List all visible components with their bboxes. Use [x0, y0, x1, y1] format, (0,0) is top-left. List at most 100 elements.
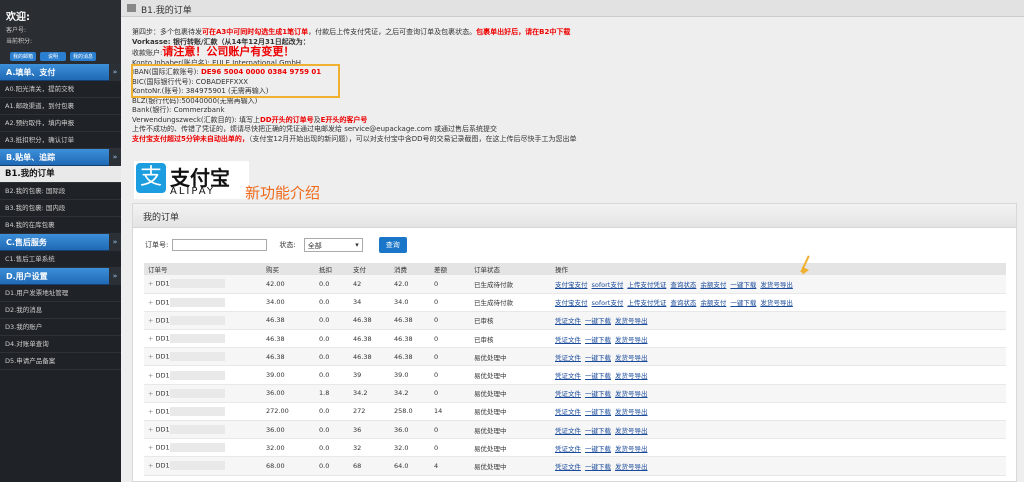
expand-icon[interactable]: +: [148, 462, 156, 470]
action-link[interactable]: 凭证文件: [555, 408, 581, 416]
action-link[interactable]: 凭证文件: [555, 390, 581, 398]
action-link[interactable]: 发货号导出: [615, 463, 648, 471]
page-title: B1.我的订单: [141, 6, 192, 16]
action-link[interactable]: 一键下载: [730, 281, 756, 289]
expand-icon[interactable]: +: [148, 298, 156, 306]
panel-title: 我的订单: [133, 204, 1016, 228]
action-link[interactable]: 一键下载: [585, 354, 611, 362]
cell-deduct: 0.0: [315, 438, 349, 458]
sidebar-section[interactable]: A.填单、支付 »: [0, 64, 121, 81]
redacted-mask: [169, 334, 225, 344]
redacted-mask: [169, 443, 225, 453]
sidebar-item[interactable]: B1.我的订单: [0, 166, 121, 183]
my-messages-button[interactable]: 我的消息: [70, 52, 96, 61]
action-link[interactable]: 凭证文件: [555, 354, 581, 362]
action-link[interactable]: 一键下载: [585, 427, 611, 435]
order-number-input[interactable]: [172, 239, 268, 251]
expand-icon[interactable]: +: [148, 389, 156, 397]
action-link[interactable]: 凭证文件: [555, 372, 581, 380]
action-link[interactable]: 上传支付凭证: [627, 299, 666, 307]
expand-icon[interactable]: +: [148, 335, 156, 343]
alipay-logo[interactable]: 支 支付宝 ALIPAY: [134, 161, 249, 199]
instructions-button[interactable]: 说明: [40, 52, 66, 61]
action-link[interactable]: 发货号导出: [615, 372, 648, 380]
action-link[interactable]: 余额支付: [700, 281, 726, 289]
step-text-2: ，付款后上传支付凭证，之后可查询订单及包裹状态。: [308, 28, 477, 36]
action-link[interactable]: 查询状态: [670, 281, 696, 289]
cell-buy: 36.00: [262, 420, 315, 440]
query-button[interactable]: 查询: [378, 237, 407, 253]
sidebar-section[interactable]: B.贴单、追踪 »: [0, 149, 121, 166]
action-link[interactable]: 发货号导出: [615, 408, 648, 416]
order-id: DD1: [155, 461, 170, 470]
action-link[interactable]: 凭证文件: [555, 445, 581, 453]
action-link[interactable]: 查询状态: [670, 299, 696, 307]
cell-status: 已生成待付款: [470, 293, 551, 312]
alipay-warning: 支付宝支付超过5分钟未自动出单的，: [132, 134, 249, 143]
action-link[interactable]: 余额支付: [700, 299, 726, 307]
action-link[interactable]: 凭证文件: [555, 427, 581, 435]
sidebar-section[interactable]: C.售后服务 »: [0, 234, 121, 251]
new-feature-link[interactable]: 新功能介绍: [245, 182, 320, 203]
purpose-text: Verwendungszweck(汇款目的): 填写上: [132, 115, 260, 124]
sidebar-item[interactable]: D3.我的账户: [0, 319, 121, 336]
expand-icon[interactable]: +: [148, 426, 156, 434]
sidebar-item[interactable]: A1.邮政渠道，到付包裹: [0, 98, 121, 115]
column-header: 订单状态: [470, 263, 551, 275]
action-link[interactable]: 一键下载: [585, 317, 611, 325]
action-link[interactable]: 凭证文件: [555, 463, 581, 471]
action-link[interactable]: 支付宝支付: [555, 299, 588, 307]
expand-icon[interactable]: +: [148, 353, 156, 361]
action-link[interactable]: 发货号导出: [615, 427, 648, 435]
status-select[interactable]: 全部 ▾: [303, 238, 363, 252]
action-link[interactable]: 一键下载: [585, 445, 611, 453]
sidebar-item[interactable]: A0.阳光清关，提前交税: [0, 81, 121, 98]
purpose-red-2: E开头的客户号: [320, 115, 368, 124]
actions-cell: 凭证文件 一键下载 发货号导出: [551, 438, 1006, 458]
cell-deduct: 0.0: [315, 329, 349, 349]
action-link[interactable]: 一键下载: [585, 372, 611, 380]
action-link[interactable]: sofort支付: [592, 281, 624, 289]
expand-icon[interactable]: +: [148, 444, 156, 452]
table-body: + DD1 42.00 0.0 42 42.0 0 已生成待付款 支付宝支付 sofort支付上…: [144, 275, 1006, 476]
cell-diff: 0: [430, 384, 470, 403]
table-row: + DD1 32.00 0.0 32 32.0 0 易优处理中 凭证文件 一键下载 发货号导出: [144, 438, 1006, 458]
sidebar-item[interactable]: A2.预约取件，填内申报: [0, 115, 121, 132]
action-link[interactable]: 发货号导出: [615, 445, 648, 453]
sidebar-item[interactable]: B2.我的包裹: 国际段: [0, 183, 121, 200]
action-link[interactable]: 一键下载: [585, 336, 611, 344]
expand-icon[interactable]: +: [148, 407, 156, 415]
action-link[interactable]: 凭证文件: [555, 317, 581, 325]
expand-icon[interactable]: +: [148, 316, 156, 324]
action-link[interactable]: 一键下载: [730, 299, 756, 307]
action-link[interactable]: 支付宝支付: [555, 281, 588, 289]
sidebar-item[interactable]: D2.我的消息: [0, 302, 121, 319]
action-link[interactable]: 发货号导出: [615, 390, 648, 398]
expand-icon[interactable]: +: [148, 371, 156, 379]
action-link[interactable]: 一键下载: [585, 463, 611, 471]
action-link[interactable]: 发货号导出: [615, 336, 648, 344]
sidebar-item[interactable]: A3.抵扣积分，确认订单: [0, 132, 121, 149]
sidebar-item[interactable]: D1.用户发票地址管理: [0, 285, 121, 302]
expand-icon[interactable]: +: [148, 280, 156, 288]
my-mailbox-button[interactable]: 我的邮箱: [10, 52, 36, 61]
cell-buy: 42.00: [262, 275, 315, 294]
sidebar-section[interactable]: D.用户设置 »: [0, 268, 121, 285]
action-link[interactable]: 一键下载: [585, 408, 611, 416]
action-link[interactable]: 发货号导出: [760, 299, 793, 307]
actions-cell: 凭证文件 一键下载 发货号导出: [551, 365, 1006, 385]
action-link[interactable]: 一键下载: [585, 390, 611, 398]
action-link[interactable]: 发货号导出: [615, 354, 648, 362]
action-link[interactable]: 凭证文件: [555, 336, 581, 344]
action-link[interactable]: 发货号导出: [615, 317, 648, 325]
cell-diff: 0: [430, 420, 470, 440]
action-link[interactable]: sofort支付: [592, 299, 624, 307]
sidebar-item[interactable]: B4.我的在库包裹: [0, 217, 121, 234]
action-link[interactable]: 上传支付凭证: [627, 281, 666, 289]
sidebar-item[interactable]: B3.我的包裹: 国内段: [0, 200, 121, 217]
action-link[interactable]: 发货号导出: [760, 281, 793, 289]
sidebar-item[interactable]: D4.对账单查询: [0, 336, 121, 353]
sidebar-item[interactable]: D5.申请产品备案: [0, 353, 121, 370]
chevron-down-icon: ▾: [355, 241, 359, 249]
sidebar-item[interactable]: C1.售后工单系统: [0, 251, 121, 268]
